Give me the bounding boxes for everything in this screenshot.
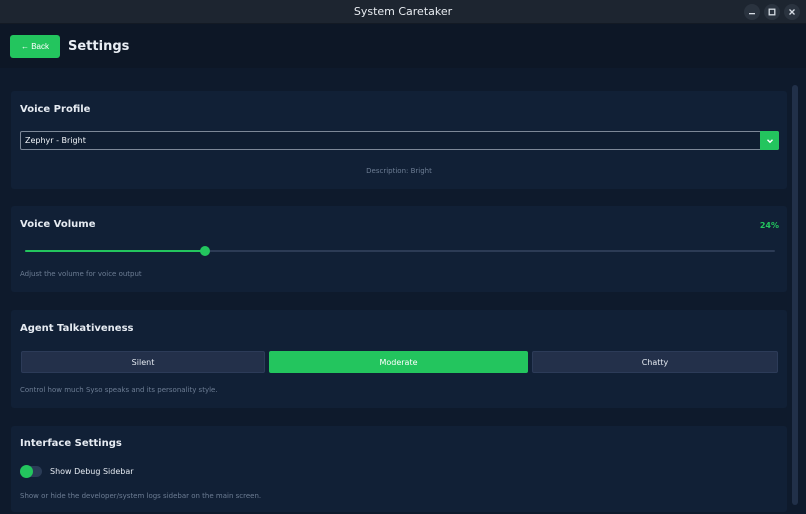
toggle-knob bbox=[20, 465, 33, 478]
settings-content: Voice Profile Zephyr - Bright Descriptio… bbox=[0, 68, 806, 514]
voice-profile-description: Description: Bright bbox=[366, 167, 432, 175]
window-title: System Caretaker bbox=[353, 5, 453, 18]
debug-sidebar-row: Show Debug Sidebar bbox=[20, 465, 134, 478]
back-button[interactable]: ← Back bbox=[10, 34, 60, 58]
volume-slider[interactable] bbox=[25, 246, 775, 256]
talkativeness-help-text: Control how much Syso speaks and its per… bbox=[20, 386, 218, 394]
talkativeness-option-moderate[interactable]: Moderate bbox=[269, 351, 528, 373]
debug-sidebar-toggle[interactable] bbox=[20, 465, 42, 478]
maximize-icon[interactable] bbox=[764, 4, 780, 20]
talkativeness-option-silent[interactable]: Silent bbox=[21, 351, 265, 373]
chevron-down-icon[interactable] bbox=[760, 131, 779, 150]
scrollbar[interactable] bbox=[792, 85, 798, 505]
voice-profile-select[interactable]: Zephyr - Bright bbox=[20, 131, 779, 150]
volume-help-text: Adjust the volume for voice output bbox=[20, 270, 142, 278]
interface-settings-title: Interface Settings bbox=[20, 438, 122, 449]
talkativeness-selector: Silent Moderate Chatty bbox=[21, 351, 778, 373]
voice-volume-title: Voice Volume bbox=[20, 219, 96, 230]
talkativeness-option-chatty[interactable]: Chatty bbox=[532, 351, 778, 373]
window-controls bbox=[744, 4, 800, 20]
page-header: ← Back Settings bbox=[0, 24, 806, 68]
volume-slider-fill bbox=[25, 250, 205, 252]
voice-profile-value: Zephyr - Bright bbox=[25, 136, 86, 145]
page-title: Settings bbox=[68, 38, 130, 54]
talkativeness-card: Agent Talkativeness Silent Moderate Chat… bbox=[11, 310, 787, 408]
volume-percent: 24% bbox=[759, 221, 779, 230]
debug-sidebar-label: Show Debug Sidebar bbox=[50, 467, 134, 476]
voice-profile-card: Voice Profile Zephyr - Bright Descriptio… bbox=[11, 91, 787, 189]
talkativeness-title: Agent Talkativeness bbox=[20, 323, 134, 334]
voice-volume-card: Voice Volume 24% Adjust the volume for v… bbox=[11, 206, 787, 292]
voice-profile-title: Voice Profile bbox=[20, 104, 91, 115]
minimize-icon[interactable] bbox=[744, 4, 760, 20]
interface-settings-card: Interface Settings Show Debug Sidebar Sh… bbox=[11, 426, 787, 512]
title-bar: System Caretaker bbox=[0, 0, 806, 24]
volume-slider-handle[interactable] bbox=[200, 246, 210, 256]
close-icon[interactable] bbox=[784, 4, 800, 20]
interface-help-text: Show or hide the developer/system logs s… bbox=[20, 492, 262, 500]
